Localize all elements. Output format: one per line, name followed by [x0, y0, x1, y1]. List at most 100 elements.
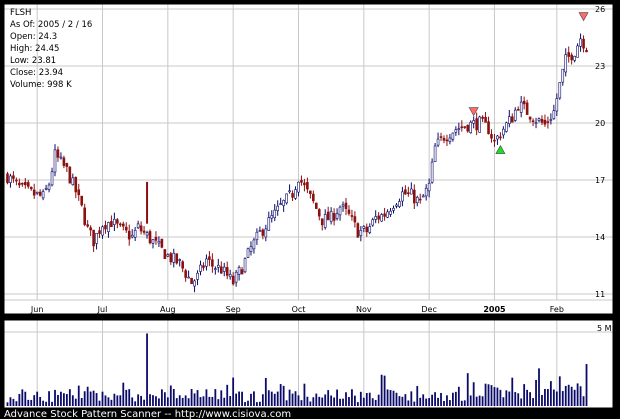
time-tick-label: Oct [292, 305, 306, 314]
footer-caption: Advance Stock Pattern Scanner -- http://… [4, 409, 291, 419]
volume-bar [549, 381, 552, 406]
volume-bar [416, 386, 419, 406]
candle-body [460, 126, 464, 129]
volume-bar [469, 395, 472, 406]
volume-bar [389, 390, 392, 406]
volume-bar [74, 398, 77, 406]
volume-bar [107, 397, 110, 406]
volume-bar [158, 398, 160, 406]
volume-bar [564, 385, 567, 406]
candle-body [582, 38, 585, 49]
volume-bar [253, 391, 255, 406]
candle-body [472, 120, 475, 124]
volume-bar [128, 389, 131, 406]
volume-bar [244, 402, 246, 406]
candle-body [68, 166, 72, 184]
volume-bar [196, 390, 199, 406]
volume-bar [297, 395, 300, 406]
candle-body [445, 139, 449, 142]
candle-body [15, 179, 18, 182]
volume-bar [30, 399, 33, 406]
volume-bar [291, 393, 294, 406]
volume-bar [339, 398, 341, 406]
candle-body [469, 121, 473, 134]
candle-body [65, 163, 69, 167]
volume-bar [15, 401, 18, 406]
volume-bar [163, 392, 166, 406]
candle-body [104, 224, 107, 230]
candle-body [338, 206, 342, 216]
candle-body [347, 209, 351, 214]
candle-body [528, 116, 532, 120]
volume-bar [232, 377, 235, 406]
volume-bar [371, 398, 374, 406]
volume-bar [190, 389, 193, 406]
candle-body [315, 202, 318, 209]
candle-body [142, 230, 146, 233]
volume-bar [413, 401, 416, 406]
candle-body [18, 182, 21, 186]
candle-body [228, 274, 232, 278]
volume-bar [348, 396, 350, 406]
candle-body [564, 54, 568, 73]
candle-body [303, 182, 306, 186]
candle-body [26, 182, 30, 187]
candle-body [98, 230, 101, 234]
volume-bar [166, 397, 169, 406]
candle-body [148, 231, 152, 244]
candle-body [285, 193, 288, 204]
volume-bar [472, 382, 475, 406]
volume-bar [89, 391, 92, 406]
candle-body [95, 232, 98, 244]
candle-body [24, 182, 27, 186]
volume-bar [86, 386, 89, 406]
volume-bar [496, 387, 499, 406]
volume-bar [36, 391, 39, 406]
candle-body [410, 188, 413, 195]
candle-body [505, 122, 508, 132]
candle-body [83, 207, 86, 225]
candle-body [124, 226, 128, 231]
candle-body [9, 175, 12, 183]
candle-body [585, 50, 588, 53]
volume-bar [570, 386, 573, 406]
candle-body [190, 277, 193, 285]
candle-body [401, 191, 404, 202]
volume-bar [80, 397, 83, 406]
volume-bar [561, 391, 564, 406]
volume-bar [175, 398, 178, 406]
volume-bar [21, 389, 24, 406]
candle-body [211, 259, 214, 267]
candle-body [392, 207, 395, 211]
volume-bar [214, 389, 217, 406]
volume-bar [386, 389, 389, 406]
candle-body [481, 116, 484, 119]
candle-body [359, 229, 363, 236]
candle-body [71, 177, 75, 185]
volume-bar [270, 391, 273, 406]
volume-bar [585, 364, 588, 406]
candle-body [187, 276, 190, 279]
candle-body [172, 252, 176, 263]
price-tick-label: 11 [595, 290, 605, 299]
candle-body [89, 227, 92, 231]
volume-bar [241, 391, 243, 406]
volume-bar [356, 402, 359, 406]
candle-body [166, 254, 170, 257]
candle-body [130, 234, 134, 238]
price-tick-label: 23 [595, 62, 605, 71]
volume-bar [279, 384, 282, 406]
price-tick-label: 20 [595, 119, 605, 128]
volume-bar [321, 397, 324, 406]
volume-bar [404, 394, 407, 406]
candle-body [107, 222, 110, 232]
candle-body [306, 182, 309, 190]
volume-bar [143, 399, 145, 406]
candle-body [38, 191, 42, 196]
candle-body [398, 201, 401, 207]
volume-bar [140, 395, 143, 406]
candle-body [258, 230, 262, 232]
volume-bar [419, 397, 422, 406]
candle-body [531, 120, 535, 123]
volume-bar [202, 396, 205, 406]
